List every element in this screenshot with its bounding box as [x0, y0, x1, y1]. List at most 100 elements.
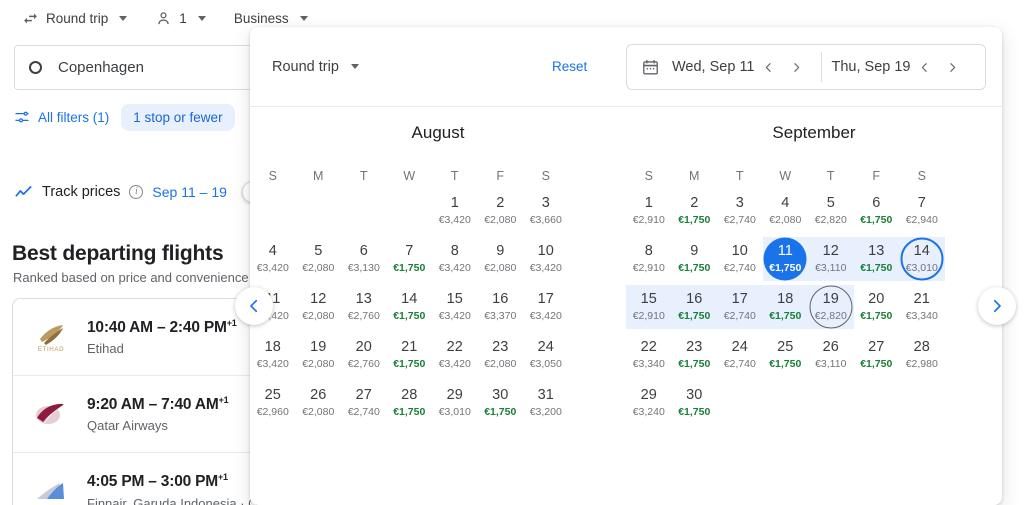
calendar-day-cell[interactable]: 2 €1,750	[672, 187, 718, 235]
calendar-day-cell[interactable]: 21 €3,340	[899, 283, 945, 331]
depart-date-value[interactable]: Wed, Sep 11	[672, 59, 755, 75]
day-number: 22	[446, 339, 463, 355]
day-price: €3,420	[529, 310, 562, 322]
day-offset: +1	[226, 317, 237, 328]
day-price: €3,420	[438, 262, 471, 274]
calendar-day-cell[interactable]: 14 €3,010	[899, 235, 945, 283]
all-filters-button[interactable]: All filters (1)	[14, 109, 109, 125]
calendar-day-cell[interactable]: 4 €2,080	[763, 187, 809, 235]
calendar-day-cell[interactable]: 6 €1,750	[854, 187, 900, 235]
flight-info: 10:40 AM – 2:40 PM+1 Etihad	[87, 318, 237, 356]
calendar-day-cell[interactable]: 12 €3,110	[808, 235, 854, 283]
filter-chip-stops[interactable]: 1 stop or fewer	[121, 103, 235, 131]
calendar-day-cell[interactable]: 4 €3,420	[250, 235, 296, 283]
calendar-day-cell[interactable]: 26 €2,080	[296, 379, 342, 427]
calendar-day-cell[interactable]: 29 €3,010	[432, 379, 478, 427]
calendar-day-cell[interactable]: 30 €1,750	[672, 379, 718, 427]
calendar-day-cell[interactable]: 21 €1,750	[387, 331, 433, 379]
calendar-day-cell[interactable]: 18 €3,420	[250, 331, 296, 379]
calendar-day-cell[interactable]: 31 €3,200	[523, 379, 569, 427]
day-price: €2,080	[302, 262, 335, 274]
calendar-day-cell[interactable]: 6 €3,130	[341, 235, 387, 283]
calendar-day-cell[interactable]: 25 €1,750	[763, 331, 809, 379]
calendar-day-cell[interactable]: 8 €3,420	[432, 235, 478, 283]
return-prev-day-button[interactable]	[911, 53, 939, 81]
day-number: 30	[686, 387, 703, 403]
trip-type-selector[interactable]: Round trip	[14, 3, 135, 33]
day-number: 1	[644, 195, 653, 211]
etihad-logo: ETIHAD	[33, 319, 69, 355]
calendar-day-cell[interactable]: 27 €2,740	[341, 379, 387, 427]
calendar-day-cell[interactable]: 8 €2,910	[626, 235, 672, 283]
calendar-day-cell[interactable]: 5 €2,820	[808, 187, 854, 235]
calendar-day-cell[interactable]: 7 €1,750	[387, 235, 433, 283]
calendar-day-cell[interactable]: 19 €2,820	[808, 283, 854, 331]
calendar-day-cell[interactable]: 29 €3,240	[626, 379, 672, 427]
calendar-day-cell[interactable]: 22 €3,340	[626, 331, 672, 379]
calendar-day-cell[interactable]: 11 €1,750	[763, 235, 809, 283]
calendar-day-cell[interactable]: 16 €1,750	[672, 283, 718, 331]
calendar-day-cell[interactable]: 10 €2,740	[717, 235, 763, 283]
calendar-day-cell[interactable]: 30 €1,750	[478, 379, 524, 427]
calendar-day-cell[interactable]: 9 €2,080	[478, 235, 524, 283]
carousel-next-button[interactable]	[978, 287, 1016, 325]
day-number: 10	[537, 243, 554, 259]
day-price: €3,110	[815, 358, 847, 370]
calendar-day-cell[interactable]: 22 €3,420	[432, 331, 478, 379]
calendar-day-cell[interactable]: 9 €1,750	[672, 235, 718, 283]
calendar-day-cell[interactable]: 27 €1,750	[854, 331, 900, 379]
calendar-day-cell[interactable]: 26 €3,110	[808, 331, 854, 379]
day-price: €2,980	[905, 358, 938, 370]
flight-times: 9:20 AM – 7:40 AM+1	[87, 395, 229, 414]
calendar-day-cell[interactable]: 14 €1,750	[387, 283, 433, 331]
reset-button[interactable]: Reset	[552, 59, 587, 74]
calendar-day-cell[interactable]: 28 €1,750	[387, 379, 433, 427]
calendar-day-cell[interactable]: 5 €2,080	[296, 235, 342, 283]
calendar-day-cell[interactable]: 3 €2,740	[717, 187, 763, 235]
calendar-day-cell[interactable]: 20 €2,760	[341, 331, 387, 379]
filter-sliders-icon	[14, 109, 30, 125]
day-number: 25	[264, 387, 281, 403]
page-title: Best departing flights	[12, 242, 224, 265]
calendar-day-cell[interactable]: 15 €3,420	[432, 283, 478, 331]
depart-prev-day-button[interactable]	[755, 53, 783, 81]
calendar-day-cell[interactable]: 20 €1,750	[854, 283, 900, 331]
calendar-day-cell[interactable]: 10 €3,420	[523, 235, 569, 283]
calendar-day-cell[interactable]: 1 €3,420	[432, 187, 478, 235]
calendar-day-cell[interactable]: 16 €3,370	[478, 283, 524, 331]
carousel-prev-button[interactable]	[235, 287, 273, 325]
calendar-day-cell[interactable]: 12 €2,080	[296, 283, 342, 331]
calendar-day-cell[interactable]: 19 €2,080	[296, 331, 342, 379]
return-date-value[interactable]: Thu, Sep 19	[832, 59, 911, 75]
panel-trip-type-selector[interactable]: Round trip	[272, 59, 359, 75]
calendar-day-cell[interactable]: 24 €3,050	[523, 331, 569, 379]
calendar-week-row: 18 €3,420 19 €2,080 20 €2,760 21 €1,750 22 €3,420…	[250, 331, 626, 379]
calendar-day-cell[interactable]: 13 €2,760	[341, 283, 387, 331]
calendar-day-cell[interactable]: 23 €1,750	[672, 331, 718, 379]
calendar-day-cell[interactable]: 28 €2,980	[899, 331, 945, 379]
calendar-day-cell[interactable]: 3 €3,660	[523, 187, 569, 235]
calendar-day-cell[interactable]: 7 €2,940	[899, 187, 945, 235]
calendar-day-cell[interactable]: 2 €2,080	[478, 187, 524, 235]
calendar-day-cell[interactable]: 18 €1,750	[763, 283, 809, 331]
calendar-day-cell[interactable]: 25 €2,960	[250, 379, 296, 427]
cabin-class-label: Business	[233, 10, 289, 26]
calendar-empty-cell	[899, 379, 945, 427]
calendar-day-cell[interactable]: 15 €2,910	[626, 283, 672, 331]
passengers-selector[interactable]: 1	[147, 3, 214, 33]
day-number: 20	[868, 291, 885, 307]
calendar-day-cell[interactable]: 13 €1,750	[854, 235, 900, 283]
calendar-day-cell[interactable]: 1 €2,910	[626, 187, 672, 235]
calendar-day-cell[interactable]: 17 €2,740	[717, 283, 763, 331]
chevron-down-icon	[350, 64, 359, 69]
day-number: 22	[640, 339, 657, 355]
info-icon[interactable]: i	[129, 185, 144, 199]
day-price: €1,750	[769, 358, 802, 370]
circle-origin-icon	[29, 61, 42, 74]
day-price: €2,760	[347, 310, 380, 322]
calendar-day-cell[interactable]: 24 €2,740	[717, 331, 763, 379]
calendar-day-cell[interactable]: 23 €2,080	[478, 331, 524, 379]
depart-next-day-button[interactable]	[783, 53, 811, 81]
return-next-day-button[interactable]	[939, 53, 967, 81]
calendar-day-cell[interactable]: 17 €3,420	[523, 283, 569, 331]
